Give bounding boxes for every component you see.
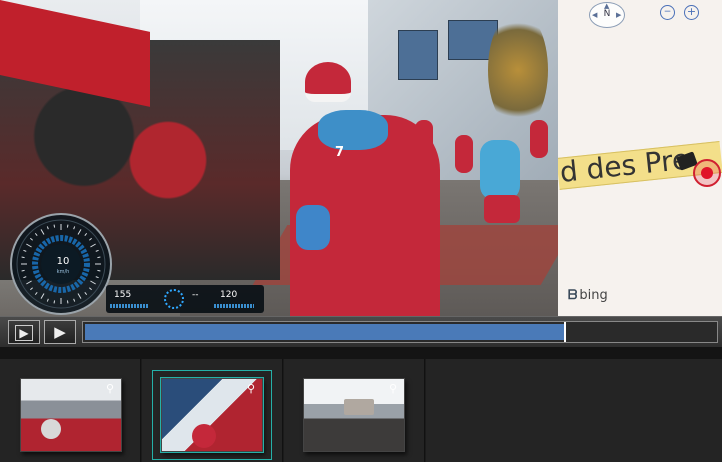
timeline-progress-fill (85, 324, 564, 340)
runner-figure (455, 135, 473, 173)
map-street-name: d des Pre (558, 142, 691, 189)
thumbnail-detail (344, 399, 374, 415)
gauge-tick (34, 292, 38, 295)
runner-blue-shirt (480, 140, 520, 200)
stats-strip: 155 -- 120 (106, 285, 264, 313)
stat-right-value: 120 (220, 290, 238, 300)
play-frame-button[interactable]: ▶ (8, 320, 40, 344)
filmstrip-cell-empty (426, 359, 722, 462)
speed-gauge: 10 km/h (10, 213, 112, 315)
gauge-tick (84, 233, 88, 236)
location-dot-icon (701, 167, 713, 179)
timeline-handle[interactable] (564, 322, 566, 342)
map-clip: d des Pre (558, 0, 722, 316)
gauge-tick (34, 233, 38, 236)
gauge-tick (40, 229, 45, 235)
map-provider-logo: ᗷ bing (568, 288, 608, 303)
location-pin-icon: ⚲ (105, 382, 115, 395)
heart-rate-ring-icon (164, 289, 184, 309)
gauge-tick (73, 226, 76, 230)
runner-back-number: 7 (335, 145, 345, 160)
santa-hat (305, 62, 351, 102)
gauge-tick (73, 298, 76, 302)
map-provider-label: bing (579, 288, 608, 303)
play-icon: ▶ (54, 323, 66, 341)
gauge-tick (23, 276, 27, 279)
thumbnail-clip-3[interactable]: ⚲ (303, 378, 405, 452)
gauge-tick (30, 287, 33, 291)
gauge-tick (90, 280, 96, 285)
filmstrip-divider (0, 347, 722, 359)
gauge-tick (66, 300, 69, 304)
gauge-value: 10 (56, 256, 70, 267)
stat-left-bar (110, 304, 148, 308)
bing-logo-icon: ᗷ (568, 288, 578, 303)
thumbnail-clip-1[interactable]: ⚲ (20, 378, 122, 452)
gauge-tick (53, 300, 56, 304)
gauge-tick (90, 243, 96, 248)
zoom-out-button[interactable]: − (660, 5, 675, 20)
gauge-tick (89, 287, 92, 291)
video-tree (488, 10, 548, 130)
gauge-tick (84, 292, 88, 295)
play-button[interactable]: ▶ (44, 320, 76, 344)
stat-middle-value: -- (192, 290, 199, 300)
gauge-tick (40, 293, 45, 299)
gauge-tick (26, 243, 32, 248)
gauge-tick (95, 249, 99, 252)
runner-figure (530, 120, 548, 158)
gauge-tick (26, 280, 32, 285)
building-window (398, 30, 438, 80)
app-window: 7 10 km/h 155 -- 120 d des Pre ▲ ◀ ▶ N − (0, 0, 722, 462)
stat-left-value: 155 (114, 290, 132, 300)
gauge-tick (95, 276, 99, 279)
compass-north-label: N (603, 9, 611, 19)
gauge-unit: km/h (56, 269, 70, 275)
location-pin-icon: ⚲ (388, 382, 398, 395)
zoom-in-button[interactable]: + (684, 5, 699, 20)
compass-control[interactable]: ▲ ◀ ▶ N (589, 2, 625, 28)
selected-thumbnail-outline (152, 370, 272, 460)
gauge-tick (66, 224, 69, 228)
runner-hood (318, 110, 388, 150)
play-frame-icon: ▶ (15, 325, 33, 341)
gauge-tick (46, 298, 49, 302)
playback-controls: ▶ ▶ (0, 316, 722, 347)
runner-red-skirt (484, 195, 520, 223)
gauge-tick (23, 249, 27, 252)
gauge-tick (77, 293, 82, 299)
timeline-scrubber[interactable] (82, 321, 718, 343)
gauge-tick (30, 237, 33, 241)
gauge-tick (77, 229, 82, 235)
gauge-tick (46, 226, 49, 230)
gauge-tick (53, 224, 56, 228)
runner-arm (296, 205, 330, 250)
stat-right-bar (214, 304, 254, 308)
thumbnail-detail (41, 419, 61, 439)
gauge-tick (89, 237, 92, 241)
